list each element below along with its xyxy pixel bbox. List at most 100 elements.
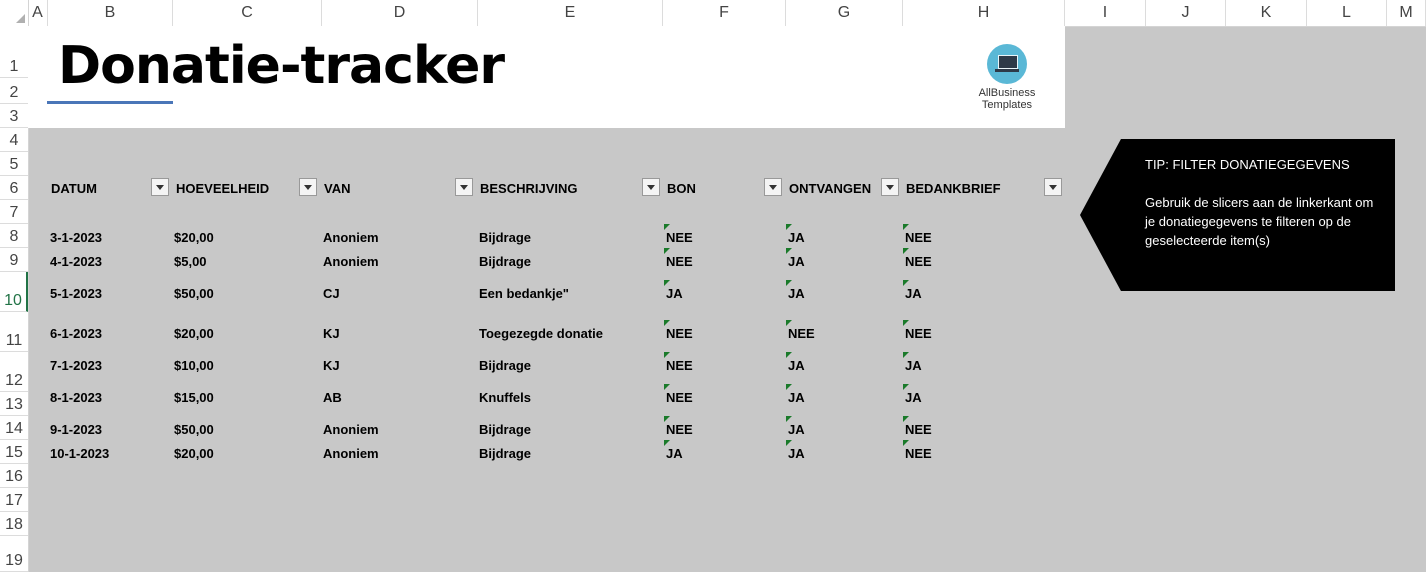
- table-cell[interactable]: $50,00: [174, 422, 214, 437]
- row-header-12[interactable]: 12: [0, 352, 28, 392]
- status-cell[interactable]: NEE: [905, 446, 932, 461]
- status-cell[interactable]: NEE: [905, 254, 932, 269]
- row-header-2[interactable]: 2: [0, 78, 28, 104]
- row-header-16[interactable]: 16: [0, 464, 28, 488]
- tip-callout[interactable]: TIP: FILTER DONATIEGEGEVENS Gebruik de s…: [1080, 139, 1395, 291]
- table-cell[interactable]: 10-1-2023: [50, 446, 109, 461]
- column-header-l[interactable]: L: [1307, 0, 1387, 26]
- status-cell[interactable]: JA: [905, 286, 922, 301]
- table-cell[interactable]: KJ: [323, 358, 340, 373]
- table-cell[interactable]: Bijdrage: [479, 358, 531, 373]
- table-cell[interactable]: $10,00: [174, 358, 214, 373]
- status-cell[interactable]: JA: [666, 286, 683, 301]
- filter-dropdown-button[interactable]: [764, 178, 782, 196]
- table-cell[interactable]: 5-1-2023: [50, 286, 102, 301]
- column-header-i[interactable]: I: [1065, 0, 1146, 26]
- table-cell[interactable]: $20,00: [174, 326, 214, 341]
- row-header-15[interactable]: 15: [0, 440, 28, 464]
- filter-dropdown-button[interactable]: [1044, 178, 1062, 196]
- row-header-14[interactable]: 14: [0, 416, 28, 440]
- table-cell[interactable]: 8-1-2023: [50, 390, 102, 405]
- row-header-11[interactable]: 11: [0, 312, 28, 352]
- column-header-a[interactable]: A: [28, 0, 48, 26]
- status-cell[interactable]: NEE: [905, 326, 932, 341]
- table-cell[interactable]: Bijdrage: [479, 446, 531, 461]
- table-cell[interactable]: CJ: [323, 286, 340, 301]
- status-cell[interactable]: NEE: [905, 230, 932, 245]
- status-cell[interactable]: JA: [788, 422, 805, 437]
- table-cell[interactable]: 7-1-2023: [50, 358, 102, 373]
- table-cell[interactable]: Toegezegde donatie: [479, 326, 603, 341]
- column-header-k[interactable]: K: [1226, 0, 1307, 26]
- row-header-17[interactable]: 17: [0, 488, 28, 512]
- row-header-7[interactable]: 7: [0, 200, 28, 224]
- column-header-h[interactable]: H: [903, 0, 1065, 26]
- select-all-button[interactable]: [0, 0, 29, 26]
- status-cell[interactable]: JA: [905, 358, 922, 373]
- column-header-e[interactable]: E: [478, 0, 663, 26]
- row-header-19[interactable]: 19: [0, 536, 28, 572]
- table-cell[interactable]: $20,00: [174, 446, 214, 461]
- column-header-d[interactable]: D: [322, 0, 478, 26]
- chevron-down-icon: [769, 185, 777, 190]
- column-header-j[interactable]: J: [1146, 0, 1226, 26]
- column-header-f[interactable]: F: [663, 0, 786, 26]
- row-header-10[interactable]: 10: [0, 272, 28, 312]
- table-cell[interactable]: $20,00: [174, 230, 214, 245]
- status-cell[interactable]: NEE: [788, 326, 815, 341]
- table-cell[interactable]: Anoniem: [323, 422, 379, 437]
- status-cell[interactable]: NEE: [666, 358, 693, 373]
- error-indicator-icon: [903, 352, 909, 358]
- status-cell[interactable]: JA: [788, 358, 805, 373]
- row-header-5[interactable]: 5: [0, 152, 28, 176]
- table-cell[interactable]: AB: [323, 390, 342, 405]
- row-header-8[interactable]: 8: [0, 224, 28, 248]
- row-header-18[interactable]: 18: [0, 512, 28, 536]
- column-header-b[interactable]: B: [48, 0, 173, 26]
- filter-dropdown-button[interactable]: [151, 178, 169, 196]
- table-cell[interactable]: 3-1-2023: [50, 230, 102, 245]
- table-cell[interactable]: Anoniem: [323, 446, 379, 461]
- filter-dropdown-button[interactable]: [455, 178, 473, 196]
- status-cell[interactable]: JA: [905, 390, 922, 405]
- row-header-6[interactable]: 6: [0, 176, 28, 200]
- table-cell[interactable]: 9-1-2023: [50, 422, 102, 437]
- status-cell[interactable]: JA: [666, 446, 683, 461]
- table-cell[interactable]: Knuffels: [479, 390, 531, 405]
- table-cell[interactable]: Een bedankje": [479, 286, 569, 301]
- status-cell[interactable]: JA: [788, 254, 805, 269]
- table-cell[interactable]: $15,00: [174, 390, 214, 405]
- table-cell[interactable]: 4-1-2023: [50, 254, 102, 269]
- filter-dropdown-button[interactable]: [299, 178, 317, 196]
- filter-dropdown-button[interactable]: [642, 178, 660, 196]
- row-header-3[interactable]: 3: [0, 104, 28, 128]
- table-cell[interactable]: Anoniem: [323, 254, 379, 269]
- table-cell[interactable]: $5,00: [174, 254, 207, 269]
- status-cell[interactable]: JA: [788, 446, 805, 461]
- filter-dropdown-button[interactable]: [881, 178, 899, 196]
- row-header-13[interactable]: 13: [0, 392, 28, 416]
- status-cell[interactable]: JA: [788, 286, 805, 301]
- table-cell[interactable]: Bijdrage: [479, 422, 531, 437]
- row-header-9[interactable]: 9: [0, 248, 28, 272]
- row-header-1[interactable]: 1: [0, 26, 28, 78]
- status-cell[interactable]: NEE: [905, 422, 932, 437]
- status-cell[interactable]: NEE: [666, 230, 693, 245]
- column-header-g[interactable]: G: [786, 0, 903, 26]
- table-cell[interactable]: 6-1-2023: [50, 326, 102, 341]
- table-cell[interactable]: KJ: [323, 326, 340, 341]
- status-cell[interactable]: JA: [788, 230, 805, 245]
- table-cell[interactable]: Bijdrage: [479, 230, 531, 245]
- row-header-4[interactable]: 4: [0, 128, 28, 152]
- status-cell[interactable]: NEE: [666, 422, 693, 437]
- table-cell[interactable]: Anoniem: [323, 230, 379, 245]
- column-header-c[interactable]: C: [173, 0, 322, 26]
- status-cell[interactable]: NEE: [666, 254, 693, 269]
- status-cell[interactable]: JA: [788, 390, 805, 405]
- column-header-m[interactable]: M: [1387, 0, 1426, 26]
- select-all-icon: [16, 14, 25, 23]
- status-cell[interactable]: NEE: [666, 390, 693, 405]
- table-cell[interactable]: $50,00: [174, 286, 214, 301]
- table-cell[interactable]: Bijdrage: [479, 254, 531, 269]
- status-cell[interactable]: NEE: [666, 326, 693, 341]
